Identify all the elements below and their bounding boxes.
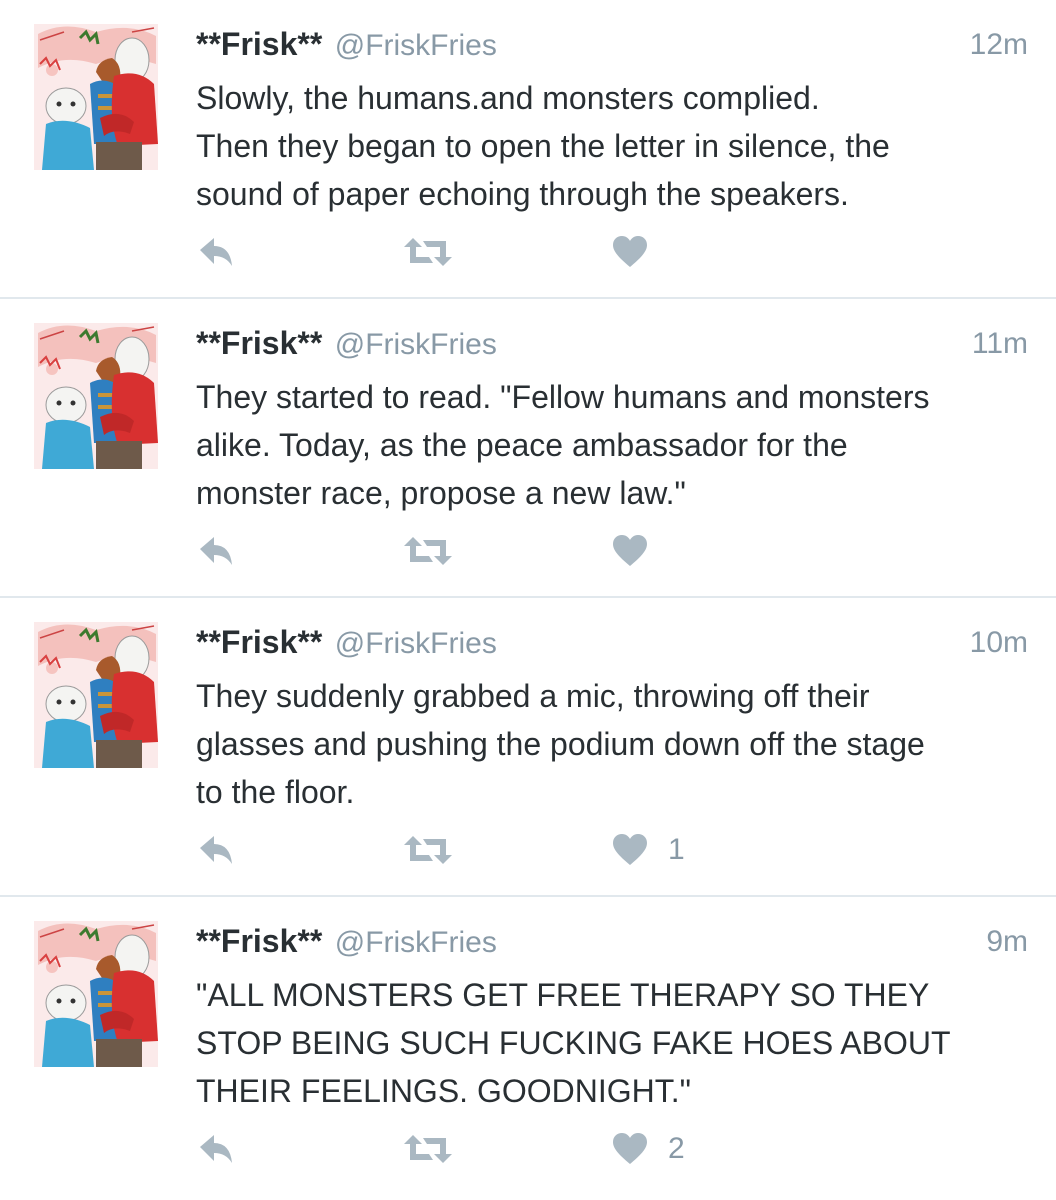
tweet-text-line: THEIR FEELINGS. GOODNIGHT." bbox=[196, 1073, 691, 1109]
timestamp[interactable]: 11m bbox=[972, 327, 1028, 361]
timestamp[interactable]: 12m bbox=[970, 28, 1028, 62]
like-count: 2 bbox=[668, 1132, 685, 1165]
tweet-text: "ALL MONSTERS GET FREE THERAPY SO THEY ST… bbox=[196, 971, 1026, 1115]
tweet-text-line: alike. Today, as the peace ambassador fo… bbox=[196, 427, 848, 463]
tweet-actions bbox=[196, 228, 796, 276]
tweet[interactable]: **Frisk** @FriskFries 11m They started t… bbox=[0, 299, 1056, 598]
tweet-actions bbox=[196, 527, 796, 575]
tweet[interactable]: **Frisk** @FriskFries 9m "ALL MONSTERS G… bbox=[0, 897, 1056, 1200]
tweet-text: Slowly, the humans.and monsters complied… bbox=[196, 74, 1026, 218]
tweet-text-line: sound of paper echoing through the speak… bbox=[196, 176, 849, 212]
tweet-text-line: to the floor. bbox=[196, 774, 355, 810]
retweet-button[interactable] bbox=[403, 527, 453, 575]
like-count: 1 bbox=[668, 833, 685, 866]
tweet-actions: 2 bbox=[196, 1125, 796, 1173]
tweet-text: They suddenly grabbed a mic, throwing of… bbox=[196, 672, 1026, 816]
retweet-icon bbox=[404, 836, 452, 864]
heart-icon bbox=[613, 535, 647, 566]
avatar[interactable] bbox=[34, 921, 158, 1067]
tweet-text: They started to read. "Fellow humans and… bbox=[196, 373, 1026, 517]
tweet-header: **Frisk** @FriskFries 10m bbox=[196, 624, 1028, 664]
reply-button[interactable] bbox=[196, 228, 236, 276]
heart-icon bbox=[613, 834, 647, 865]
tweet-text-line: STOP BEING SUCH FUCKING FAKE HOES ABOUT bbox=[196, 1025, 951, 1061]
avatar[interactable] bbox=[34, 24, 158, 170]
display-name[interactable]: **Frisk** bbox=[196, 923, 322, 959]
retweet-icon bbox=[404, 1135, 452, 1163]
tweet-actions: 1 bbox=[196, 826, 796, 874]
tweet-header: **Frisk** @FriskFries 11m bbox=[196, 325, 1028, 365]
reply-button[interactable] bbox=[196, 1125, 236, 1173]
tweet-header: **Frisk** @FriskFries 9m bbox=[196, 923, 1028, 963]
display-name[interactable]: **Frisk** bbox=[196, 624, 322, 660]
tweet[interactable]: **Frisk** @FriskFries 10m They suddenly … bbox=[0, 598, 1056, 897]
reply-icon bbox=[200, 537, 232, 565]
timeline: **Frisk** @FriskFries 12m Slowly, the hu… bbox=[0, 0, 1056, 1200]
like-button[interactable] bbox=[612, 228, 668, 276]
tweet[interactable]: **Frisk** @FriskFries 12m Slowly, the hu… bbox=[0, 0, 1056, 299]
reply-button[interactable] bbox=[196, 527, 236, 575]
user-handle[interactable]: @FriskFries bbox=[335, 29, 497, 62]
reply-icon bbox=[200, 836, 232, 864]
reply-icon bbox=[200, 1135, 232, 1163]
tweet-text-line: glasses and pushing the podium down off … bbox=[196, 726, 925, 762]
tweet-text-line: monster race, propose a new law." bbox=[196, 475, 686, 511]
retweet-button[interactable] bbox=[403, 228, 453, 276]
tweet-text-line: Then they began to open the letter in si… bbox=[196, 128, 890, 164]
reply-button[interactable] bbox=[196, 826, 236, 874]
heart-icon bbox=[613, 236, 647, 267]
user-handle[interactable]: @FriskFries bbox=[335, 926, 497, 959]
retweet-icon bbox=[404, 238, 452, 266]
display-name[interactable]: **Frisk** bbox=[196, 26, 322, 62]
reply-icon bbox=[200, 238, 232, 266]
heart-icon bbox=[613, 1133, 647, 1164]
like-button[interactable]: 2 bbox=[612, 1125, 685, 1173]
like-button[interactable]: 1 bbox=[612, 826, 685, 874]
avatar[interactable] bbox=[34, 622, 158, 768]
like-button[interactable] bbox=[612, 527, 668, 575]
tweet-text-line: They suddenly grabbed a mic, throwing of… bbox=[196, 678, 870, 714]
retweet-button[interactable] bbox=[403, 1125, 453, 1173]
timestamp[interactable]: 10m bbox=[970, 626, 1028, 660]
retweet-button[interactable] bbox=[403, 826, 453, 874]
tweet-text-line: They started to read. "Fellow humans and… bbox=[196, 379, 930, 415]
retweet-icon bbox=[404, 537, 452, 565]
tweet-text-line: Slowly, the humans.and monsters complied… bbox=[196, 80, 820, 116]
tweet-header: **Frisk** @FriskFries 12m bbox=[196, 26, 1028, 66]
user-handle[interactable]: @FriskFries bbox=[335, 328, 497, 361]
avatar[interactable] bbox=[34, 323, 158, 469]
tweet-text-line: "ALL MONSTERS GET FREE THERAPY SO THEY bbox=[196, 977, 930, 1013]
timestamp[interactable]: 9m bbox=[986, 925, 1028, 959]
display-name[interactable]: **Frisk** bbox=[196, 325, 322, 361]
user-handle[interactable]: @FriskFries bbox=[335, 627, 497, 660]
